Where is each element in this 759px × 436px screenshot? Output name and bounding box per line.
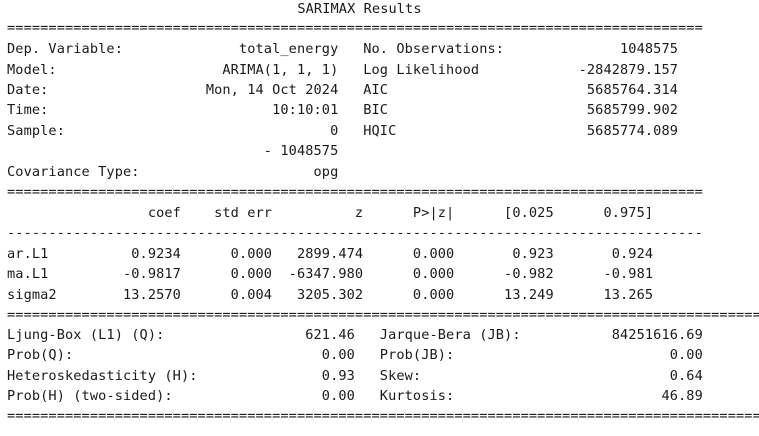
coef-row: ar.L1 0.9234 0.000 2899.474 0.000 0.923 … (7, 246, 654, 262)
diagnostic-row: Ljung-Box (L1) (Q): 621.46 Jarque-Bera (… (7, 327, 703, 343)
model-info-row: - 1048575 (7, 143, 339, 159)
model-info-row: Model: ARIMA(1, 1, 1) Log Likelihood -28… (7, 62, 679, 78)
diagnostic-row: Prob(Q): 0.00 Prob(JB): 0.00 (7, 347, 703, 363)
model-info-row: Dep. Variable: total_energy No. Observat… (7, 41, 679, 57)
separator-bottom: ========================================… (7, 408, 759, 424)
model-info-row: Date: Mon, 14 Oct 2024 AIC 5685764.314 (7, 82, 679, 98)
results-title: SARIMAX Results (297, 1, 422, 17)
separator-diag-top: ========================================… (7, 307, 759, 323)
diagnostic-row: Heteroskedasticity (H): 0.93 Skew: 0.64 (7, 368, 703, 384)
model-info-row: Sample: 0 HQIC 5685774.089 (7, 123, 679, 139)
coef-row: sigma2 13.2570 0.004 3205.302 0.000 13.2… (7, 287, 654, 303)
coef-table-header: coef std err z P>|z| [0.025 0.975] (7, 205, 654, 221)
diagnostic-row: Prob(H) (two-sided): 0.00 Kurtosis: 46.8… (7, 388, 703, 404)
separator-top: ========================================… (7, 20, 703, 36)
separator-coef-top: ========================================… (7, 184, 703, 200)
model-info-row: Time: 10:10:01 BIC 5685799.902 (7, 102, 679, 118)
model-info-row: Covariance Type: opg (7, 164, 339, 180)
sarimax-results-output: SARIMAX Results ========================… (0, 0, 759, 436)
coef-row: ma.L1 -0.9817 0.000 -6347.980 0.000 -0.9… (7, 266, 654, 282)
separator-coef-header: ----------------------------------------… (7, 225, 703, 241)
